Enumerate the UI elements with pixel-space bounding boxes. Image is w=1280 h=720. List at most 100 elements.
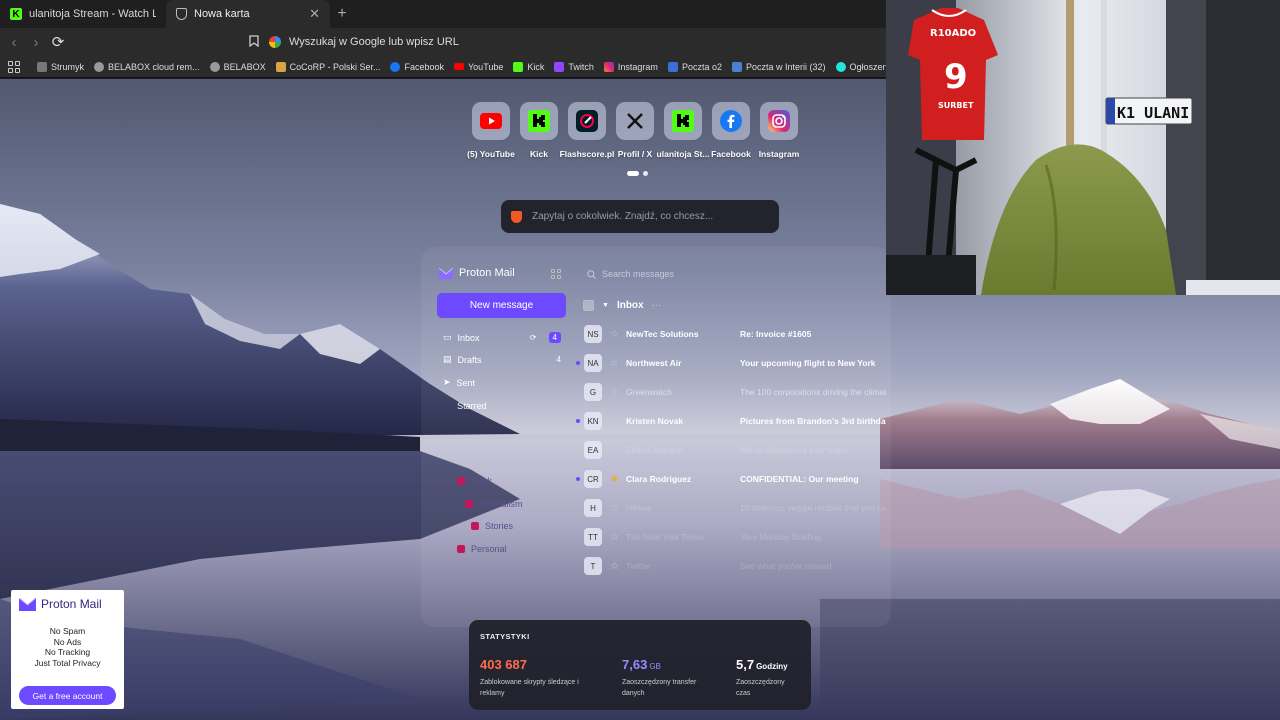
- star-icon: ☆: [610, 502, 619, 514]
- speed-dial-x[interactable]: Profil / X: [616, 102, 654, 159]
- unread-dot: [576, 419, 580, 423]
- message-row: TT ☆ The New York Times Your Monday Briefin…: [576, 526, 886, 548]
- forward-button[interactable]: ›: [25, 31, 47, 53]
- proton-ad-banner[interactable]: Proton Mail No Spam No Ads No Tracking J…: [11, 590, 124, 709]
- message-subject: CONFIDENTIAL: Our meeting: [740, 474, 859, 484]
- youtube-icon: [454, 63, 464, 70]
- bookmark-youtube[interactable]: YouTube: [449, 62, 508, 72]
- license-plate-text: K1 ULANI: [1117, 104, 1189, 122]
- x-icon: [616, 102, 654, 140]
- unread-dot: [576, 332, 580, 336]
- unread-dot: [576, 477, 580, 481]
- tab-new-tab[interactable]: Nowa karta ✕: [166, 0, 330, 28]
- bookmark-label: Kick: [527, 61, 545, 72]
- sender-avatar: EA: [584, 441, 602, 459]
- speed-dial-youtube[interactable]: (5) YouTube: [467, 102, 515, 159]
- tab-label: ulanitoja Stream - Watch Live on Kick: [29, 8, 156, 20]
- bookmark-label: Poczta w Interii (32): [745, 61, 826, 72]
- message-row: H ☆ HiHeal 10 delicious veggie recipes that…: [576, 497, 886, 519]
- proton-search: Search messages: [587, 269, 674, 279]
- reload-button[interactable]: ⟳: [47, 31, 69, 53]
- brave-search-input[interactable]: Zapytaj o cokolwiek. Znajdź, co chcesz..…: [501, 200, 779, 233]
- bookmark-label: Poczta o2: [681, 61, 722, 72]
- message-sender: Greenwatch: [626, 387, 672, 397]
- message-subject: Pictures from Brandon's 3rd birthday: [740, 416, 886, 426]
- bookmark-icon[interactable]: [249, 34, 259, 50]
- message-subject: The 100 corporations driving the climate: [740, 387, 886, 397]
- message-row: EA ☆ Ethical Apparel We've dispatched your …: [576, 439, 886, 461]
- stat-value: 403 687: [480, 657, 527, 672]
- back-button[interactable]: ‹: [3, 31, 25, 53]
- inbox-icon: ▭: [443, 332, 452, 342]
- bookmark-belabox[interactable]: BELABOX: [205, 61, 271, 72]
- speed-dial-kick[interactable]: Kick: [520, 102, 558, 159]
- label-text: Personal: [471, 544, 507, 554]
- kick-icon: [513, 61, 524, 72]
- bookmark-cocorp[interactable]: CoCoRP - Polski Ser...: [271, 61, 386, 72]
- tab-kick-stream[interactable]: K ulanitoja Stream - Watch Live on Kick: [0, 0, 166, 28]
- label-color-icon: [471, 522, 479, 530]
- pager-dot-active[interactable]: [627, 171, 639, 176]
- proton-mail-icon: [19, 597, 36, 611]
- stat-description: Zaoszczędzony transfer danych: [622, 679, 697, 697]
- get-free-account-button[interactable]: Get a free account: [19, 686, 116, 705]
- sender-avatar: KN: [584, 412, 602, 430]
- speed-dial-facebook[interactable]: Facebook: [711, 102, 751, 159]
- instagram-icon: [760, 102, 798, 140]
- apps-icon[interactable]: [8, 60, 22, 73]
- bookmark-belabox-cloud[interactable]: BELABOX cloud rem...: [89, 61, 205, 72]
- message-subject: Re: Invoice #1605: [740, 329, 812, 339]
- interia-icon: [731, 61, 742, 72]
- ad-line: Just Total Privacy: [34, 657, 101, 668]
- stat-bandwidth: 7,63 GB Zaoszczędzony transfer danych: [622, 656, 708, 699]
- flashscore-icon: [568, 102, 606, 140]
- star-icon: ☆: [610, 531, 619, 543]
- message-sender: Ethical Apparel: [626, 445, 683, 455]
- close-tab-icon[interactable]: ✕: [309, 6, 320, 22]
- bookmark-poczta-o2[interactable]: Poczta o2: [663, 61, 727, 72]
- bookmark-twitch[interactable]: Twitch: [549, 61, 599, 72]
- address-bar[interactable]: Wyszukaj w Google lub wpisz URL: [269, 31, 889, 53]
- speed-dial-flashscore[interactable]: Flashscore.pl: [560, 102, 614, 159]
- bookmark-instagram[interactable]: Instagram: [599, 61, 663, 72]
- star-icon: ☆: [610, 386, 619, 398]
- bookmark-poczta-interia[interactable]: Poczta w Interii (32): [727, 61, 831, 72]
- folder-starred: ☆ Starred: [443, 400, 561, 411]
- speed-dial-pager[interactable]: [627, 171, 648, 176]
- message-subject: We've dispatched your order: [740, 445, 848, 455]
- stat-time: 5,7 Godziny Zaoszczędzony czas: [736, 656, 796, 699]
- bookmark-facebook[interactable]: Facebook: [385, 61, 449, 72]
- bookmark-label: BELABOX: [223, 61, 266, 72]
- brave-shield-icon: [176, 8, 187, 20]
- proton-logo-text: Proton Mail: [459, 267, 515, 279]
- unread-dot: [576, 448, 580, 452]
- label-text: Work: [471, 476, 492, 486]
- label-color-icon: [457, 477, 465, 485]
- folder-drafts: ▤ Drafts 4: [443, 354, 561, 365]
- folder-sent: ➤ Sent: [443, 377, 561, 388]
- bookmark-label: Instagram: [617, 61, 658, 72]
- folder-label: Inbox: [457, 332, 480, 343]
- ad-logo-text: Proton Mail: [41, 597, 102, 611]
- ad-line: No Spam: [49, 626, 86, 636]
- search-icon: [587, 269, 596, 279]
- jersey-number: 9: [944, 57, 968, 97]
- unread-dot: [576, 535, 580, 539]
- bookmark-label: Twitch: [568, 61, 594, 72]
- brave-lion-icon: [511, 210, 522, 223]
- speed-dial-instagram[interactable]: Instagram: [759, 102, 799, 159]
- message-sender: The New York Times: [626, 532, 704, 542]
- bookmark-kick[interactable]: Kick: [508, 61, 549, 72]
- google-icon: [269, 36, 281, 48]
- sender-avatar: G: [584, 383, 602, 401]
- pager-dot[interactable]: [643, 171, 648, 176]
- sender-avatar: TT: [584, 528, 602, 546]
- kick-icon: [520, 102, 558, 140]
- facebook-icon: [712, 102, 750, 140]
- new-tab-button[interactable]: +: [330, 0, 354, 28]
- speed-dial-label: Kick: [530, 149, 548, 159]
- stat-value: 7,63: [622, 657, 648, 672]
- speed-dial-ulanitoja[interactable]: ulanitoja St...: [657, 102, 709, 159]
- sender-avatar: NA: [584, 354, 602, 372]
- bookmark-strumyk[interactable]: Strumyk: [32, 61, 89, 72]
